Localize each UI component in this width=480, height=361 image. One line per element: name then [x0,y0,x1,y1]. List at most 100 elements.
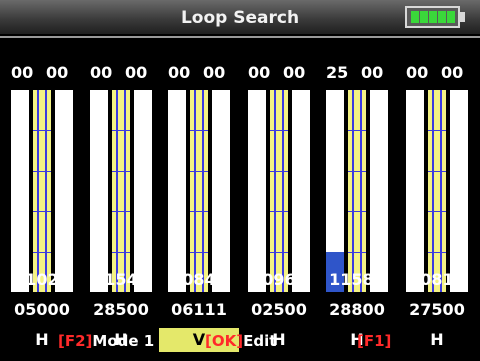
scale-tick [190,252,208,253]
channel-left-value: 00 [90,63,113,82]
channel-3[interactable]: 00 00 10848 06111 V [159,60,239,352]
battery-cell [438,11,446,23]
channel-left-level-bar [168,90,186,292]
channel-value: 02500 [251,300,307,319]
channel-left-level-bar [248,90,266,292]
channel-right-value: 00 [203,63,226,82]
scale-line [116,90,118,292]
scale-line [352,90,354,292]
channel-count: 11021 [14,270,70,289]
channel-value: 27500 [409,300,465,319]
scale-line [432,90,434,292]
scale-tick [33,252,51,253]
channel-right-level-bar [292,90,310,292]
channel-center-scale [112,90,130,292]
channel-center-scale [428,90,446,292]
channel-center-scale [348,90,366,292]
scale-tick [112,171,130,172]
channel-level-readout: 25 00 [326,60,388,86]
channel-left-level-bar [90,90,108,292]
scale-tick [428,211,446,212]
channel-right-level-bar [55,90,73,292]
scale-line [124,90,126,292]
scale-tick [348,130,366,131]
f2-mode-softkey[interactable]: [F2]Mode 1 [58,332,154,350]
channel-level-readout: 00 00 [248,60,310,86]
channel-right-value: 00 [125,63,148,82]
channel-center-scale [190,90,208,292]
scale-line [274,90,276,292]
channel-count: 11549 [93,270,149,289]
channel-6[interactable]: 00 00 10815 27500 H [406,60,468,349]
channel-center-scale [270,90,288,292]
battery-cell [447,11,455,23]
scale-tick [348,211,366,212]
channel-meter: 11021 05000 H [11,90,73,349]
scale-tick [33,171,51,172]
channel-right-level-bar [212,90,230,292]
channel-value: 06111 [171,300,227,319]
channel-left-value: 00 [168,63,191,82]
ok-edit-softkey[interactable]: [OK]Edit [205,332,276,350]
channel-right-level-bar [370,90,388,292]
channel-left-value: 00 [406,63,429,82]
scale-tick [428,171,446,172]
scale-line [440,90,442,292]
scale-tick [190,171,208,172]
channel-value: 28800 [329,300,385,319]
f1-softkey[interactable]: [F1] [357,332,391,350]
channel-meter: 11589 28800 H [326,90,388,349]
channel-meter: 11549 28500 H [90,90,152,349]
channel-right-level-bar [450,90,468,292]
channel-level-readout: 00 00 [406,60,468,86]
channel-meter: 10848 06111 V [159,90,239,352]
f1-key-label: [F1] [357,332,392,350]
channel-left-value: 25 [326,63,349,82]
channel-level-readout: 00 00 [90,60,152,86]
scale-tick [112,130,130,131]
channel-right-value: 00 [441,63,464,82]
battery-cell [429,11,437,23]
channel-meter: 10967 02500 H [248,90,310,349]
channel-right-value: 00 [46,63,69,82]
scale-tick [428,252,446,253]
channel-right-value: 00 [283,63,306,82]
scale-line [45,90,47,292]
channel-4[interactable]: 00 00 10967 02500 H [248,60,310,349]
channel-count: 10967 [251,270,307,289]
channel-2[interactable]: 00 00 11549 28500 H [90,60,152,349]
scale-tick [270,252,288,253]
ok-action-label: Edit [243,332,277,350]
scale-tick [270,211,288,212]
scale-line [282,90,284,292]
channel-count: 10815 [409,270,465,289]
f2-action-label: Mode 1 [92,332,155,350]
channel-right-level-bar [134,90,152,292]
channel-5[interactable]: 25 00 11589 28800 H [326,60,388,349]
scale-line [202,90,204,292]
battery-cell [420,11,428,23]
channel-count: 10848 [171,270,227,289]
channel-left-value: 00 [11,63,34,82]
channel-left-value: 00 [248,63,271,82]
title-separator [0,36,480,38]
scale-tick [348,252,366,253]
f2-key-label: [F2] [58,332,93,350]
scale-line [194,90,196,292]
channel-value: 28500 [93,300,149,319]
channel-left-level-bar [326,90,344,292]
channel-1[interactable]: 00 00 11021 05000 H [11,60,73,349]
channel-left-level-bar [11,90,29,292]
scale-tick [112,252,130,253]
ok-key-label: [OK] [205,332,244,350]
scale-line [37,90,39,292]
scale-tick [428,130,446,131]
channel-right-value: 00 [361,63,384,82]
scale-tick [112,211,130,212]
battery-terminal [460,12,465,22]
scale-line [360,90,362,292]
channel-count: 11589 [329,270,385,289]
channel-value: 05000 [14,300,70,319]
scale-tick [33,211,51,212]
channel-level-readout: 00 00 [11,60,73,86]
